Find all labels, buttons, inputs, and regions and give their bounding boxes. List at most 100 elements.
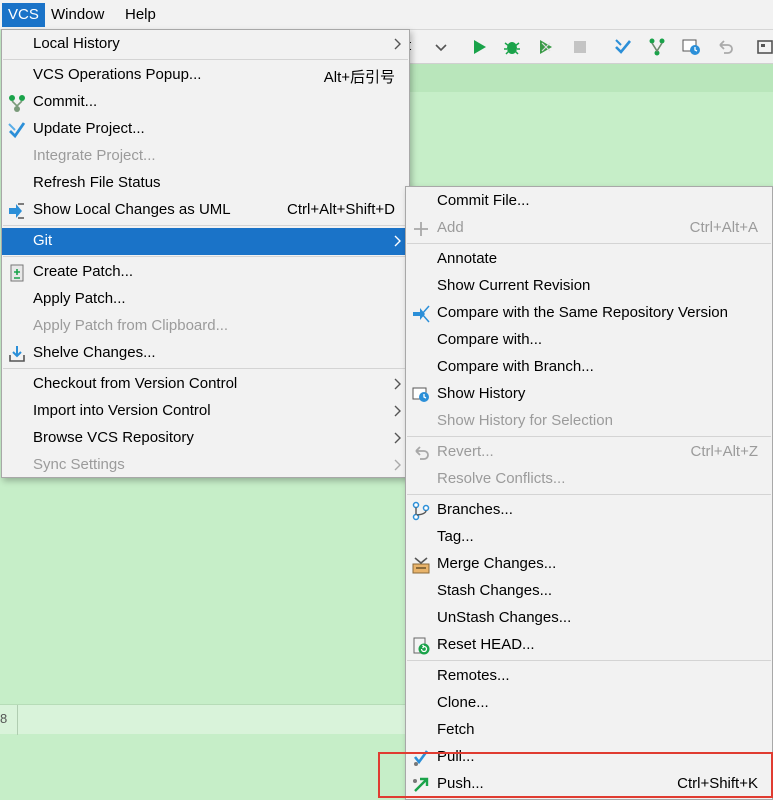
menu-separator — [407, 436, 771, 437]
menu-item-import-into-vcs[interactable]: Import into Version Control — [2, 398, 409, 425]
menu-separator — [407, 243, 771, 244]
menu-item-label: UnStash Changes... — [437, 609, 572, 626]
menu-item-label: Refresh File Status — [33, 174, 161, 191]
menu-item-shortcut: Ctrl+Alt+Shift+D — [287, 201, 395, 218]
chevron-right-icon — [394, 38, 401, 50]
menu-item-apply-patch[interactable]: Apply Patch... — [2, 286, 409, 313]
menu-item-label: Integrate Project... — [33, 147, 156, 164]
menu-item-commit[interactable]: Commit... — [2, 89, 409, 116]
menu-item-label: Add — [437, 219, 464, 236]
menubar-help[interactable]: Help — [119, 3, 162, 27]
menu-item-apply-patch-clipboard: Apply Patch from Clipboard... — [2, 313, 409, 340]
vcs-rollback-icon[interactable] — [715, 37, 735, 57]
gutter-divider — [17, 705, 18, 735]
patch-icon — [10, 264, 24, 282]
vcs-update-icon[interactable] — [613, 37, 633, 57]
line-number: 8 — [0, 711, 8, 726]
debug-icon[interactable] — [502, 37, 522, 57]
menu-item-checkout-from-vcs[interactable]: Checkout from Version Control — [2, 371, 409, 398]
run-icon[interactable] — [469, 37, 489, 57]
menu-item-shortcut: Ctrl+Alt+Z — [690, 443, 758, 460]
menu-item-resolve-conflicts: Resolve Conflicts... — [406, 466, 772, 493]
branches-icon — [412, 501, 430, 521]
menu-item-add: Add Ctrl+Alt+A — [406, 215, 772, 242]
merge-icon — [412, 557, 430, 574]
menu-item-label: Show Local Changes as UML — [33, 201, 231, 218]
menu-item-compare-with-branch[interactable]: Compare with Branch... — [406, 354, 772, 381]
menu-item-label: Compare with... — [437, 331, 543, 348]
menu-item-browse-vcs-repository[interactable]: Browse VCS Repository — [2, 425, 409, 452]
menu-item-label: Shelve Changes... — [33, 344, 156, 361]
stop-icon[interactable] — [570, 37, 590, 57]
plus-icon — [414, 222, 428, 236]
menu-item-unstash-changes[interactable]: UnStash Changes... — [406, 605, 772, 632]
menu-item-remotes[interactable]: Remotes... — [406, 663, 772, 690]
main-toolbar: t — [405, 30, 773, 64]
menu-item-label: Import into Version Control — [33, 402, 211, 419]
menu-item-local-history[interactable]: Local History — [2, 31, 409, 58]
menu-item-integrate-project: Integrate Project... — [2, 143, 409, 170]
menu-item-update-project[interactable]: Update Project... — [2, 116, 409, 143]
menu-item-stash-changes[interactable]: Stash Changes... — [406, 578, 772, 605]
menu-item-revert: Revert... Ctrl+Alt+Z — [406, 439, 772, 466]
chevron-right-icon — [394, 405, 401, 417]
menubar-vcs[interactable]: VCS — [2, 3, 45, 27]
menu-item-annotate[interactable]: Annotate — [406, 246, 772, 273]
menu-item-commit-file[interactable]: Commit File... — [406, 188, 772, 215]
menu-item-show-local-changes-uml[interactable]: Show Local Changes as UML Ctrl+Alt+Shift… — [2, 197, 409, 224]
menu-item-refresh-file-status[interactable]: Refresh File Status — [2, 170, 409, 197]
menu-item-label: Fetch — [437, 721, 475, 738]
menu-item-label: Browse VCS Repository — [33, 429, 194, 446]
menu-item-vcs-operations-popup[interactable]: VCS Operations Popup... Alt+后引号 — [2, 62, 409, 89]
menu-item-tag[interactable]: Tag... — [406, 524, 772, 551]
menu-item-label: Remotes... — [437, 667, 510, 684]
main-menubar: VCS Window Help — [0, 0, 773, 30]
menu-item-label: Update Project... — [33, 120, 145, 137]
vcs-menu: Local History VCS Operations Popup... Al… — [1, 29, 410, 478]
menu-item-label: Branches... — [437, 501, 513, 518]
project-structure-icon[interactable] — [755, 37, 773, 57]
menu-item-compare-same-repo-version[interactable]: Compare with the Same Repository Version — [406, 300, 772, 327]
menu-item-compare-with[interactable]: Compare with... — [406, 327, 772, 354]
menu-item-shelve-changes[interactable]: Shelve Changes... — [2, 340, 409, 367]
menu-item-label: Show Current Revision — [437, 277, 591, 294]
menu-item-fetch[interactable]: Fetch — [406, 717, 772, 744]
menu-item-label: Merge Changes... — [437, 555, 557, 572]
menu-item-label: Revert... — [437, 443, 494, 460]
vcs-commit-icon[interactable] — [647, 37, 667, 57]
menu-item-label: Commit... — [33, 93, 98, 110]
coverage-icon[interactable] — [536, 37, 556, 57]
menu-item-label: VCS Operations Popup... — [33, 66, 202, 83]
history-icon — [412, 387, 429, 402]
menu-item-reset-head[interactable]: Reset HEAD... — [406, 632, 772, 659]
editor-gutter-line: 8 — [0, 704, 405, 735]
chevron-right-icon — [394, 432, 401, 444]
menu-item-label: Stash Changes... — [437, 582, 553, 599]
commit-icon — [9, 95, 25, 112]
compare-icon — [413, 305, 430, 323]
menu-item-git[interactable]: Git — [2, 228, 409, 255]
menu-item-merge-changes[interactable]: Merge Changes... — [406, 551, 772, 578]
menu-item-label: Commit File... — [437, 192, 530, 209]
menu-separator — [3, 368, 408, 369]
chevron-right-icon — [394, 235, 401, 247]
menu-item-label: Git — [33, 232, 53, 249]
menu-item-sync-settings: Sync Settings — [2, 452, 409, 479]
menu-item-clone[interactable]: Clone... — [406, 690, 772, 717]
menu-item-label: Create Patch... — [33, 263, 134, 280]
menu-item-label: Compare with the Same Repository Version — [437, 304, 728, 321]
menu-item-label: Reset HEAD... — [437, 636, 535, 653]
chevron-down-icon[interactable] — [431, 37, 451, 57]
menubar-window[interactable]: Window — [45, 3, 110, 27]
menu-item-label: Tag... — [437, 528, 474, 545]
menu-item-label: Resolve Conflicts... — [437, 470, 566, 487]
menu-item-label: Compare with Branch... — [437, 358, 594, 375]
menu-item-show-history[interactable]: Show History — [406, 381, 772, 408]
menu-item-label: Annotate — [437, 250, 498, 267]
menu-item-branches[interactable]: Branches... — [406, 497, 772, 524]
menu-item-show-current-revision[interactable]: Show Current Revision — [406, 273, 772, 300]
vcs-history-icon[interactable] — [681, 37, 701, 57]
menu-item-label: Apply Patch from Clipboard... — [33, 317, 229, 334]
menu-item-label: Sync Settings — [33, 456, 125, 473]
menu-item-create-patch[interactable]: Create Patch... — [2, 259, 409, 286]
